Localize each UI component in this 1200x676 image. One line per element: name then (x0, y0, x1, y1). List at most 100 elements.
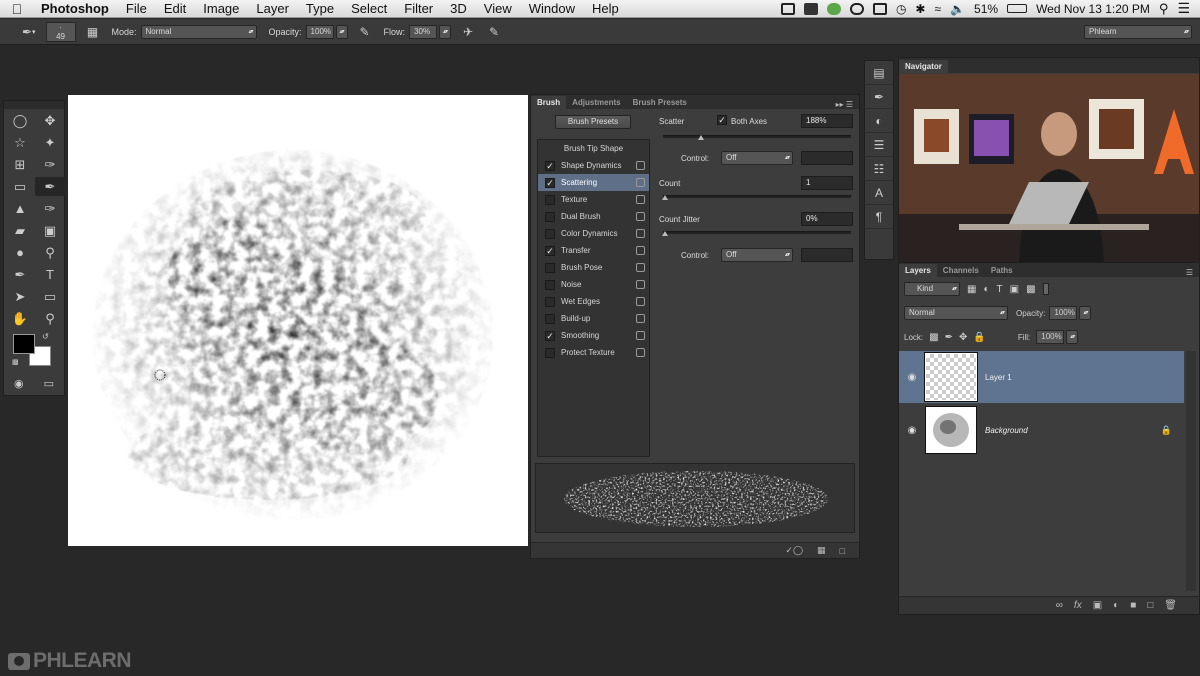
tab-navigator[interactable]: Navigator (899, 60, 948, 73)
marquee-tool-icon[interactable]: ◯ (5, 111, 35, 130)
fill-slider-toggle[interactable] (1066, 330, 1079, 344)
new-layer-icon[interactable]: □ (1147, 600, 1153, 611)
slider-thumb[interactable] (662, 195, 668, 200)
lock-transparent-icon[interactable]: ▩ (929, 332, 938, 343)
lock-icon[interactable] (636, 246, 645, 255)
list-item-wet-edges[interactable]: Wet Edges (538, 293, 649, 310)
count-value-field[interactable]: 1 (801, 176, 853, 190)
brush-panel-toggle-icon[interactable]: ▦ (84, 24, 102, 40)
eye-icon[interactable]: ◉ (899, 372, 925, 383)
lock-position-icon[interactable]: ✥ (959, 332, 967, 343)
eyedropper-tool-icon[interactable]: ✑ (35, 155, 65, 174)
paragraph-panel-icon[interactable]: ¶ (865, 205, 893, 229)
list-item-transfer[interactable]: ✓ Transfer (538, 242, 649, 259)
type-tool-icon[interactable]: T (35, 265, 65, 284)
screen-mode-icon[interactable]: ▭ (44, 374, 54, 393)
lock-icon[interactable] (636, 229, 645, 238)
foreground-color-swatch[interactable] (13, 334, 35, 354)
checkbox[interactable] (545, 296, 555, 307)
layer-row-background[interactable]: ◉ Background 🔒 (899, 404, 1184, 456)
menu-filter[interactable]: Filter (397, 1, 443, 16)
menu-help[interactable]: Help (585, 1, 629, 16)
layer-lock-icon[interactable]: 🔒 (1161, 425, 1172, 436)
dodge-tool-icon[interactable]: ⚲ (35, 243, 65, 262)
adjustment-layer-icon[interactable]: ◐ (1113, 600, 1119, 611)
tab-layers[interactable]: Layers (899, 264, 937, 277)
history-panel-icon[interactable]: ▤ (865, 61, 893, 85)
delete-layer-icon[interactable]: 🗑 (1164, 600, 1177, 611)
lock-icon[interactable] (636, 178, 645, 187)
lock-icon[interactable] (636, 314, 645, 323)
menu-view[interactable]: View (477, 1, 522, 16)
control-select[interactable]: Off (721, 151, 793, 165)
layer-style-icon[interactable]: fx (1074, 600, 1082, 611)
magic-wand-tool-icon[interactable]: ✦ (35, 133, 65, 152)
brush-tip-shape-item[interactable]: Brush Tip Shape (538, 140, 649, 157)
lasso-tool-icon[interactable]: ☆ (5, 133, 35, 152)
lock-icon[interactable] (636, 263, 645, 272)
eraser-tool-icon[interactable]: ▰ (5, 221, 35, 240)
filter-type-icon[interactable]: T (997, 284, 1003, 295)
crop-tool-icon[interactable]: ⊞ (5, 155, 35, 174)
document-canvas[interactable] (68, 95, 528, 546)
layers-scrollbar[interactable] (1186, 351, 1196, 591)
bluetooth-icon[interactable]: ✱ (915, 2, 925, 16)
checkbox[interactable] (545, 262, 555, 273)
checkbox[interactable]: ✓ (545, 177, 555, 188)
preset-dropdown-arrow-icon[interactable]: ▾ (32, 28, 36, 36)
evernote-icon[interactable] (803, 2, 818, 15)
checkbox[interactable]: ✓ (545, 330, 555, 341)
list-item-texture[interactable]: Texture (538, 191, 649, 208)
filter-kind-select[interactable]: Kind (904, 282, 960, 296)
color-panel-icon[interactable]: ◐ (865, 109, 893, 133)
character-panel-icon[interactable]: A (865, 181, 893, 205)
airbrush-icon[interactable]: ✈ (459, 24, 477, 40)
list-item-smoothing[interactable]: ✓ Smoothing (538, 327, 649, 344)
swap-colors-icon[interactable]: ↺ (42, 332, 49, 341)
count-jitter-slider[interactable] (662, 231, 851, 236)
add-mask-icon[interactable]: ▣ (1093, 600, 1102, 611)
list-item-color-dynamics[interactable]: Color Dynamics (538, 225, 649, 242)
menu-app-name[interactable]: Photoshop (34, 1, 119, 16)
menu-layer[interactable]: Layer (249, 1, 299, 16)
link-layers-icon[interactable]: ∞ (1056, 600, 1063, 611)
scatter-value-field[interactable]: 188% (801, 114, 853, 128)
lock-image-icon[interactable]: ✒ (945, 332, 953, 343)
default-colors-icon[interactable]: ▩ (12, 358, 19, 366)
filter-shape-icon[interactable]: ▣ (1010, 284, 1019, 295)
panel-collapse-icon[interactable]: ▸▸ ☰ (830, 100, 859, 109)
adjustments-panel-icon[interactable]: ☰ (865, 133, 893, 157)
tab-adjustments[interactable]: Adjustments (566, 96, 626, 109)
lock-icon[interactable] (636, 348, 645, 357)
healing-brush-tool-icon[interactable]: ▭ (5, 177, 35, 196)
list-item-shape-dynamics[interactable]: ✓ Shape Dynamics (538, 157, 649, 174)
layer-opacity-field[interactable]: 100% (1049, 306, 1078, 320)
brush-tool-icon[interactable]: ✒ (35, 177, 65, 196)
airplay-icon[interactable] (872, 2, 887, 15)
slider-thumb[interactable] (698, 135, 704, 140)
brush-size-picker[interactable]: · 49 (45, 21, 76, 42)
workspace-select[interactable]: Phlearn (1084, 24, 1192, 39)
navigator-preview-image[interactable] (899, 74, 1199, 262)
menu-window[interactable]: Window (522, 1, 585, 16)
count-slider[interactable] (662, 195, 851, 200)
checkbox[interactable]: ✓ (545, 160, 555, 171)
layer-name[interactable]: Layer 1 (985, 373, 1012, 382)
flow-slider-toggle[interactable] (439, 24, 452, 39)
checkbox[interactable] (545, 279, 555, 290)
menu-file[interactable]: File (119, 1, 157, 16)
count-jitter-field[interactable]: 0% (801, 212, 853, 226)
lock-icon[interactable] (636, 280, 645, 289)
battery-percent[interactable]: 51% (974, 2, 998, 16)
zoom-tool-icon[interactable]: ⚲ (35, 309, 65, 328)
checkbox[interactable] (545, 347, 555, 358)
toggle-live-tip-icon[interactable]: ✓◯ (785, 545, 803, 556)
menu-edit[interactable]: Edit (157, 1, 196, 16)
creative-cloud-icon[interactable] (849, 2, 864, 15)
lock-icon[interactable] (636, 195, 645, 204)
new-brush-icon[interactable]: □ (840, 546, 845, 556)
list-item-scattering[interactable]: ✓ Scattering (538, 174, 649, 191)
checkbox[interactable] (545, 194, 555, 205)
filter-smart-object-icon[interactable]: ▩ (1026, 284, 1035, 295)
lock-icon[interactable] (636, 212, 645, 221)
